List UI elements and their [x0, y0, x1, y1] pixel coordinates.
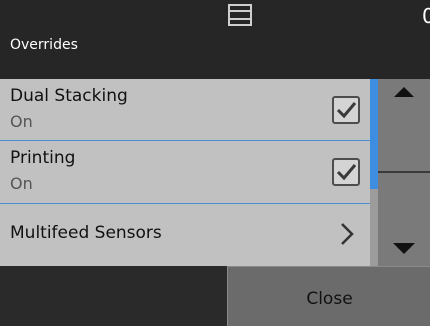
list-item-dual-stacking[interactable]: Dual Stacking On [0, 79, 370, 140]
list-item-label: Dual Stacking [10, 86, 128, 106]
close-button[interactable]: Close [227, 266, 430, 326]
triangle-up-icon [394, 87, 414, 97]
triangle-down-icon [393, 243, 415, 254]
list-item-label: Printing [10, 148, 76, 168]
footer-bar: Close [0, 266, 430, 326]
scroll-up-button[interactable] [378, 79, 430, 172]
printing-checkbox[interactable] [332, 158, 360, 186]
checkmark-icon [336, 164, 357, 181]
close-button-label: Close [306, 289, 353, 309]
panel-icon[interactable] [225, 3, 255, 27]
scrollbar-thumb[interactable] [370, 79, 378, 189]
dual-stacking-checkbox[interactable] [332, 96, 360, 124]
scroll-down-button[interactable] [378, 173, 430, 266]
scrollbar-track[interactable] [370, 79, 378, 266]
list-item-printing[interactable]: Printing On [0, 141, 370, 203]
list-item-value: On [10, 112, 33, 131]
scroll-buttons [378, 79, 430, 266]
corner-text: 0 [422, 4, 430, 28]
overrides-list: Dual Stacking On Printing On Multifeed S… [0, 79, 378, 266]
list-item-value: On [10, 174, 33, 193]
list-item-label: Multifeed Sensors [10, 223, 162, 243]
list-item-multifeed-sensors[interactable]: Multifeed Sensors [0, 204, 370, 266]
page-title: Overrides [10, 37, 78, 53]
chevron-right-icon [341, 223, 354, 245]
checkmark-icon [336, 102, 357, 119]
header-bar: 0 Overrides [0, 0, 430, 79]
